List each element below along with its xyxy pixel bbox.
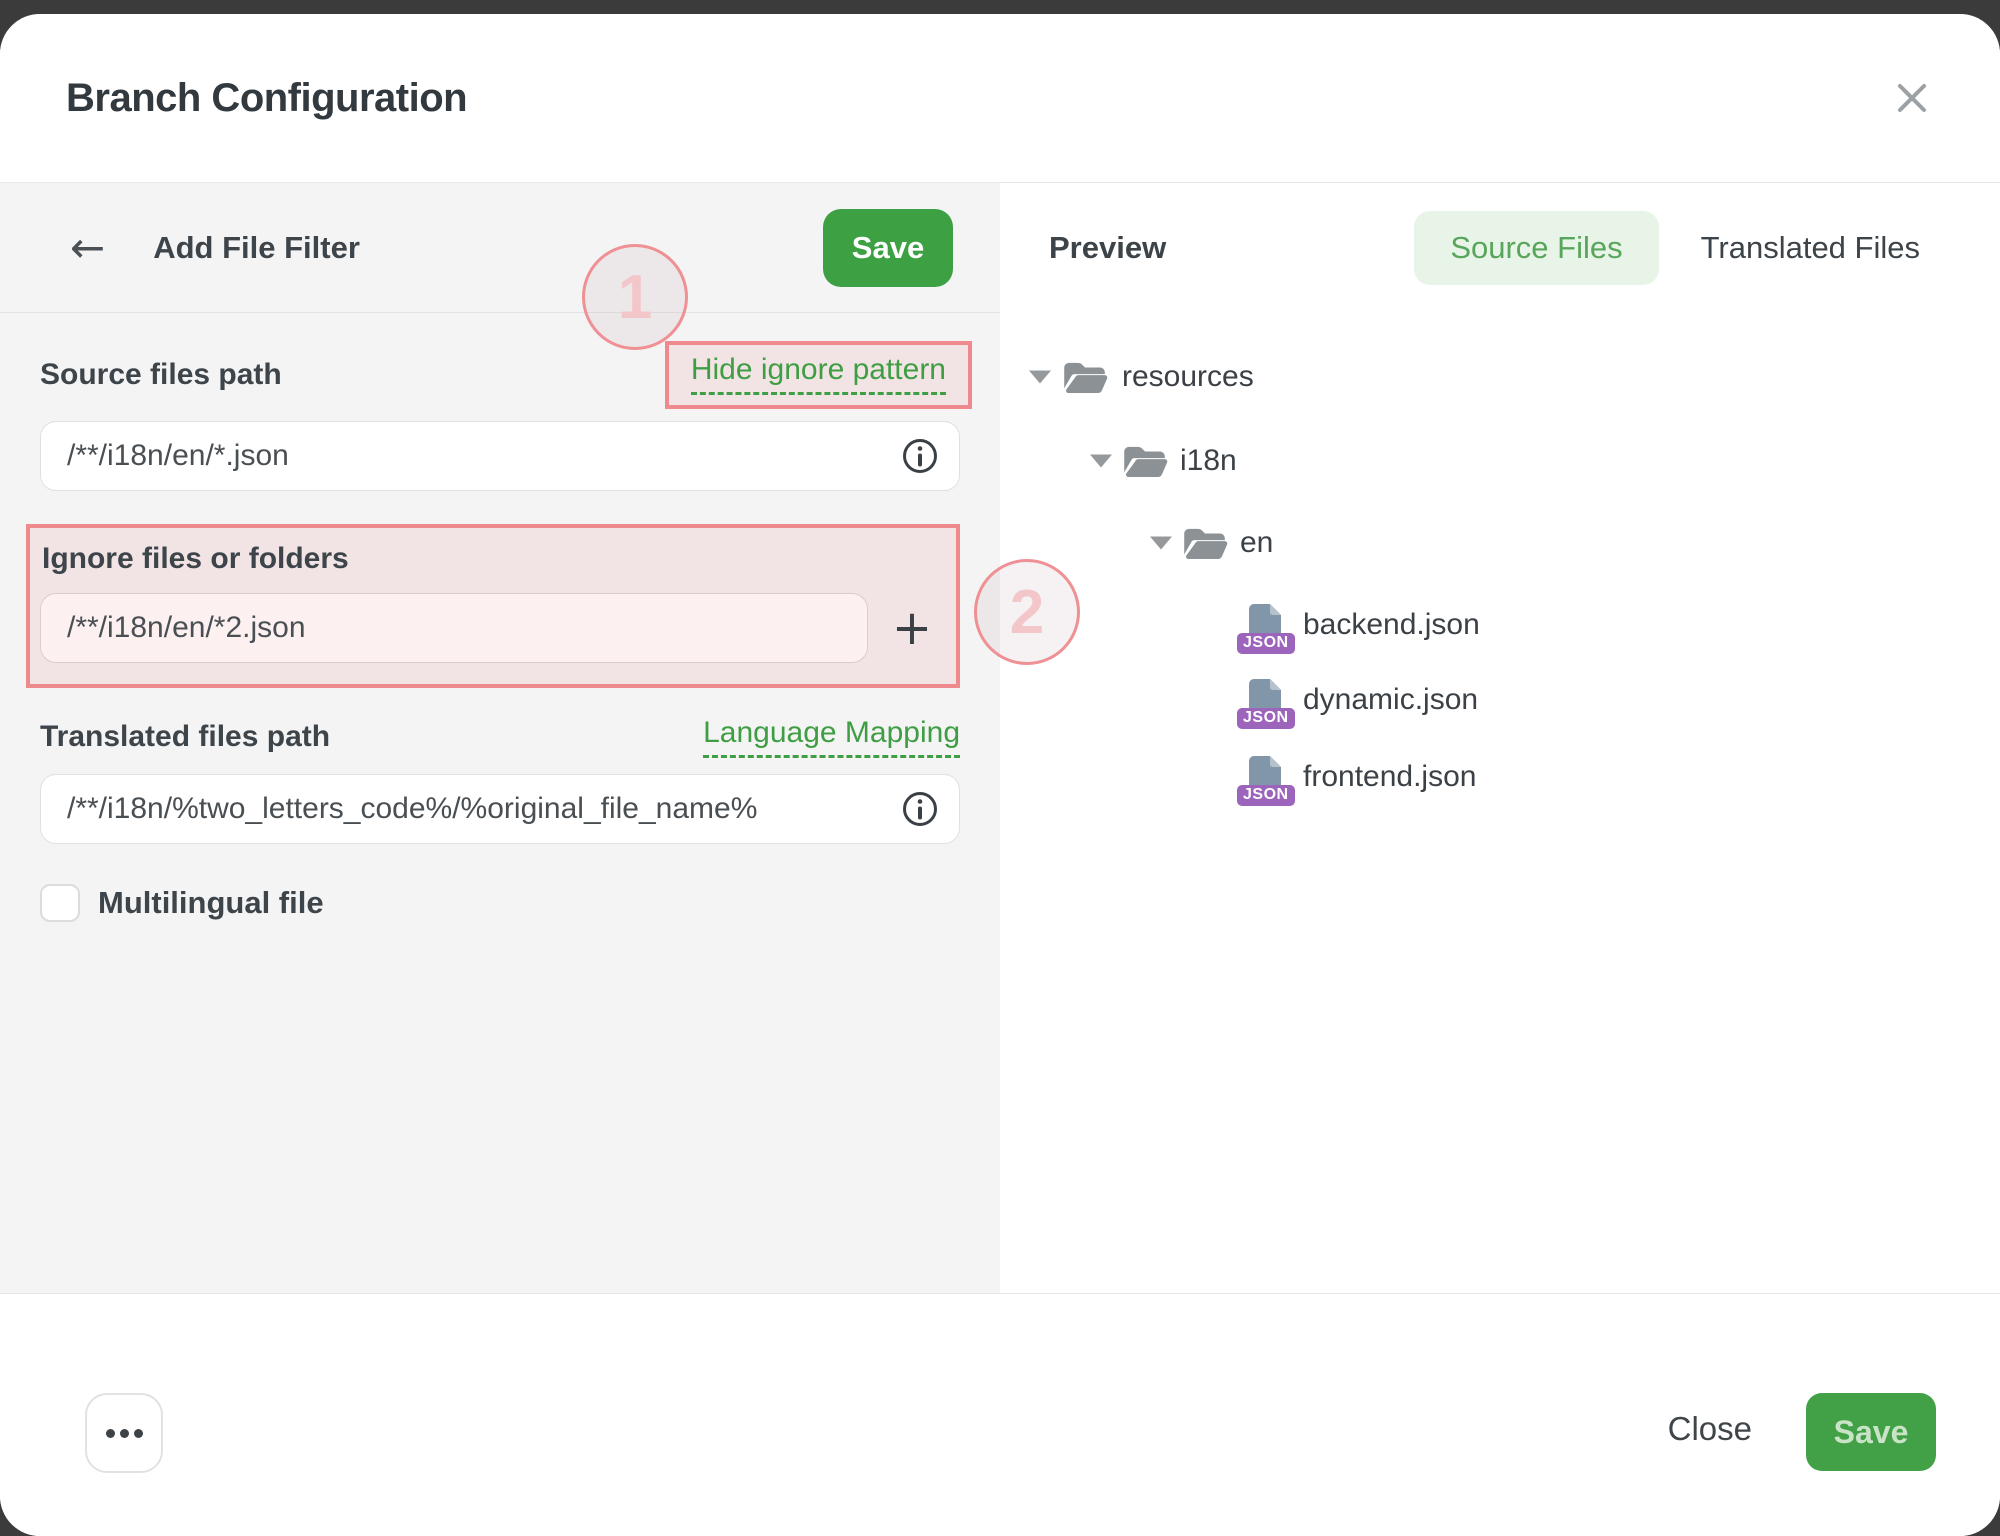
file-tree: resources i18n en JSON backend.json JSON dynam…	[1000, 313, 2000, 1293]
tree-row-resources[interactable]: resources	[1000, 353, 2000, 401]
ignore-input-row: +	[30, 593, 956, 663]
preview-title: Preview	[1049, 230, 1166, 266]
ellipsis-icon	[106, 1429, 115, 1438]
tree-folder-label: en	[1240, 526, 1273, 560]
multilingual-checkbox[interactable]	[40, 884, 80, 922]
add-ignore-pattern-button[interactable]: +	[868, 604, 956, 652]
branch-configuration-dialog: Branch Configuration ← Add File Filter S…	[0, 14, 2000, 1536]
tab-source-files[interactable]: Source Files	[1414, 211, 1658, 285]
folder-open-icon	[1122, 444, 1168, 478]
folder-open-icon	[1062, 360, 1108, 394]
ignore-pattern-input[interactable]	[40, 593, 868, 663]
tree-row-frontend.json[interactable]: JSON frontend.json	[1000, 753, 2000, 801]
file-filter-panel: ← Add File Filter Save Source files path…	[0, 183, 1000, 1293]
close-icon[interactable]	[1888, 74, 1936, 122]
source-path-label: Source files path	[40, 358, 282, 392]
tree-file-label: dynamic.json	[1303, 683, 1478, 717]
json-file-icon-wrap: JSON	[1247, 755, 1283, 799]
dialog-content: ← Add File Filter Save Source files path…	[0, 183, 2000, 1293]
tree-folder-label: i18n	[1180, 444, 1237, 478]
folder-icon	[1182, 526, 1228, 560]
caret-down-icon[interactable]	[1090, 455, 1112, 468]
tree-row-i18n[interactable]: i18n	[1000, 437, 2000, 485]
multilingual-row: Multilingual file	[40, 884, 960, 922]
back-arrow-icon[interactable]: ←	[70, 227, 105, 269]
ignore-pattern-highlight-section: Ignore files or folders +	[26, 524, 960, 688]
translated-path-label-row: Translated files path Language Mapping	[40, 712, 960, 762]
translated-path-input[interactable]	[40, 774, 960, 844]
dialog-footer: Close Save	[0, 1293, 2000, 1536]
folder-open-icon	[1182, 526, 1228, 560]
preview-panel: Preview Source Files Translated Files re…	[1000, 183, 2000, 1293]
file-filter-header: ← Add File Filter Save	[0, 183, 1000, 313]
dialog-title: Branch Configuration	[66, 76, 467, 121]
add-file-filter-title: Add File Filter	[153, 230, 360, 266]
hide-ignore-pattern-link[interactable]: Hide ignore pattern	[691, 353, 946, 395]
close-x-glyph	[1895, 81, 1929, 115]
preview-tabs: Source Files Translated Files	[1414, 211, 1920, 285]
json-file-icon-wrap: JSON	[1247, 603, 1283, 647]
caret-down-icon[interactable]	[1029, 371, 1051, 384]
tree-file-label: frontend.json	[1303, 760, 1476, 794]
translated-path-label: Translated files path	[40, 720, 330, 754]
source-path-input[interactable]	[40, 421, 960, 491]
more-options-button[interactable]	[85, 1393, 163, 1473]
save-filter-button[interactable]: Save	[823, 209, 953, 287]
tree-row-dynamic.json[interactable]: JSON dynamic.json	[1000, 676, 2000, 724]
info-icon[interactable]	[902, 438, 938, 474]
caret-down-icon[interactable]	[1150, 537, 1172, 550]
save-dialog-button[interactable]: Save	[1806, 1393, 1936, 1471]
tab-translated-files[interactable]: Translated Files	[1701, 230, 1920, 266]
preview-header: Preview Source Files Translated Files	[1000, 183, 2000, 313]
tree-row-backend.json[interactable]: JSON backend.json	[1000, 601, 2000, 649]
close-dialog-button[interactable]: Close	[1668, 1410, 1752, 1448]
tree-folder-label: resources	[1122, 360, 1254, 394]
file-type-badge: JSON	[1237, 633, 1295, 654]
tree-file-label: backend.json	[1303, 608, 1480, 642]
file-type-badge: JSON	[1237, 708, 1295, 729]
hide-ignore-highlight: Hide ignore pattern	[665, 341, 972, 409]
page: { "window": { "title": "Branch Configura…	[0, 0, 2000, 1536]
file-filter-form: Source files path Hide ignore pattern Ig…	[0, 313, 1000, 922]
folder-icon	[1062, 360, 1108, 394]
ignore-files-label: Ignore files or folders	[42, 542, 956, 576]
source-path-input-wrap	[40, 421, 960, 491]
translated-path-input-wrap	[40, 774, 960, 844]
tree-row-en[interactable]: en	[1000, 519, 2000, 567]
dialog-titlebar: Branch Configuration	[0, 14, 2000, 183]
language-mapping-link[interactable]: Language Mapping	[703, 716, 960, 758]
json-file-icon-wrap: JSON	[1247, 678, 1283, 722]
multilingual-label: Multilingual file	[98, 885, 324, 921]
info-icon[interactable]	[902, 791, 938, 827]
source-path-label-row: Source files path Hide ignore pattern	[40, 341, 960, 409]
folder-icon	[1122, 444, 1168, 478]
file-type-badge: JSON	[1237, 785, 1295, 806]
